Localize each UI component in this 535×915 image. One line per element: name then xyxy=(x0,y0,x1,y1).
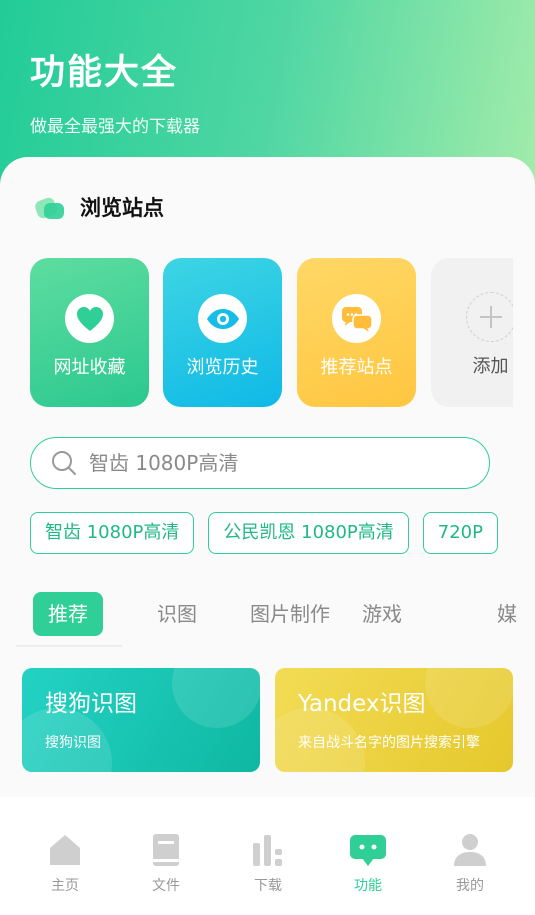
search-bar[interactable] xyxy=(30,437,490,489)
nav-label: 主页 xyxy=(51,878,79,894)
nav-profile[interactable]: 我的 xyxy=(430,833,510,895)
card-title: 搜狗识图 xyxy=(45,691,137,717)
section-logo-icon xyxy=(33,193,68,221)
tab-image-recognition[interactable]: 识图 xyxy=(157,592,197,636)
history-button[interactable]: 浏览历史 xyxy=(163,258,282,407)
heart-icon xyxy=(65,294,114,343)
tab-image-making[interactable]: 图片制作 xyxy=(250,592,330,636)
nav-label: 文件 xyxy=(152,878,180,894)
search-input[interactable] xyxy=(89,451,449,475)
nav-features[interactable]: 功能 xyxy=(328,833,408,895)
card-subtitle: 搜狗识图 xyxy=(45,735,101,751)
add-site-button[interactable]: 添加 xyxy=(431,258,513,407)
tab-media[interactable]: 媒 xyxy=(497,592,517,636)
nav-downloads[interactable]: 下载 xyxy=(228,833,308,895)
yandex-image-card[interactable]: Yandex识图 来自战斗名字的图片搜索引擎 xyxy=(275,668,513,772)
file-icon xyxy=(153,834,179,866)
nav-files[interactable]: 文件 xyxy=(126,833,206,895)
card-title: Yandex识图 xyxy=(298,691,426,717)
bookmarks-label: 网址收藏 xyxy=(53,357,126,378)
tab-recommend[interactable]: 推荐 xyxy=(33,592,103,636)
suggestion-chip[interactable]: 720P xyxy=(422,512,498,554)
page-subtitle: 做最全最强大的下载器 xyxy=(30,117,200,137)
search-icon xyxy=(52,451,76,475)
bottom-navigation: 主页 文件 下载 功能 我的 xyxy=(0,797,535,915)
nav-home[interactable]: 主页 xyxy=(25,833,105,895)
suggestion-chip[interactable]: 智齿 1080P高清 xyxy=(30,512,195,554)
bookmarks-button[interactable]: 网址收藏 xyxy=(30,258,149,407)
card-subtitle: 来自战斗名字的图片搜索引擎 xyxy=(298,735,480,751)
history-label: 浏览历史 xyxy=(186,357,259,378)
browse-section-header: 浏览站点 xyxy=(33,192,164,222)
category-tabs: 推荐 识图 图片制作 游戏 媒 xyxy=(16,587,535,647)
tab-games[interactable]: 游戏 xyxy=(362,592,402,636)
quick-actions: 网址收藏 浏览历史 推荐站点 添加 xyxy=(30,258,513,408)
plus-icon xyxy=(465,292,513,342)
search-suggestions: 智齿 1080P高清 公民凯恩 1080P高清 720P xyxy=(30,512,535,556)
recommended-sites-label: 推荐站点 xyxy=(320,357,393,378)
recommended-sites-button[interactable]: 推荐站点 xyxy=(297,258,416,407)
user-icon xyxy=(454,834,486,866)
download-bars-icon xyxy=(253,835,282,866)
sogou-image-card[interactable]: 搜狗识图 搜狗识图 xyxy=(22,668,260,772)
feature-chat-icon xyxy=(350,835,386,866)
content-panel: 浏览站点 网址收藏 浏览历史 推荐站点 添加 智齿 1080P高清 智齿 108… xyxy=(0,157,535,797)
page-title: 功能大全 xyxy=(30,53,179,93)
nav-label: 我的 xyxy=(456,878,484,894)
add-site-label: 添加 xyxy=(472,356,509,377)
section-title: 浏览站点 xyxy=(80,196,164,220)
nav-label: 下载 xyxy=(254,878,282,894)
suggestion-chip[interactable]: 公民凯恩 1080P高清 xyxy=(208,512,409,554)
home-icon xyxy=(50,835,80,865)
tab-underline xyxy=(16,645,122,647)
nav-label: 功能 xyxy=(354,878,382,894)
eye-icon xyxy=(198,294,247,343)
chat-bubbles-icon xyxy=(332,294,381,343)
